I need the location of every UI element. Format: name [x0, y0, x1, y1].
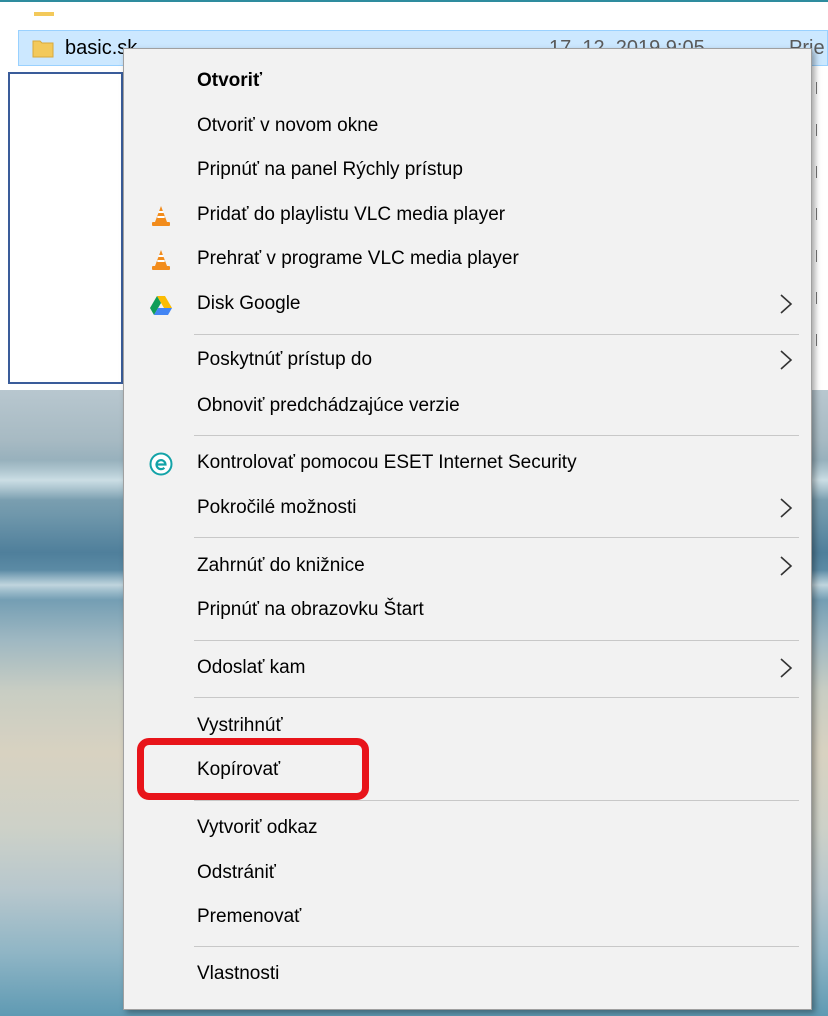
menu-item-restore-versions[interactable]: Obnoviť predchádzajúce verzie — [124, 385, 811, 429]
folder-icon-partial — [34, 12, 54, 16]
menu-item-vlc-play[interactable]: Prehrať v programe VLC media player — [124, 238, 811, 282]
chevron-right-icon — [780, 294, 793, 314]
menu-item-include-library[interactable]: Zahrnúť do knižnice — [124, 545, 811, 589]
vlc-icon — [152, 206, 170, 226]
chevron-right-icon — [780, 350, 793, 370]
menu-item-label: Premenovať — [197, 906, 302, 927]
menu-item-label: Prehrať v programe VLC media player — [197, 248, 519, 269]
menu-item-open[interactable]: Otvoriť — [124, 60, 811, 104]
menu-item-label: Obnoviť predchádzajúce verzie — [197, 395, 460, 416]
menu-item-label: Otvoriť v novom okne — [197, 115, 379, 136]
menu-separator — [194, 435, 799, 436]
chevron-right-icon — [780, 498, 793, 518]
menu-item-delete[interactable]: Odstrániť — [124, 852, 811, 896]
menu-separator — [194, 640, 799, 641]
google-drive-icon — [150, 296, 172, 315]
menu-item-label: Zahrnúť do knižnice — [197, 555, 365, 576]
selection-rectangle — [8, 72, 123, 384]
chevron-right-icon — [780, 658, 793, 678]
folder-icon — [32, 40, 54, 58]
menu-item-pin-start[interactable]: Pripnúť na obrazovku Štart — [124, 589, 811, 633]
menu-item-label: Otvoriť — [197, 70, 263, 91]
menu-item-label: Kontrolovať pomocou ESET Internet Securi… — [197, 452, 577, 473]
chevron-right-icon — [780, 556, 793, 576]
menu-item-rename[interactable]: Premenovať — [124, 896, 811, 940]
menu-item-label: Odoslať kam — [197, 657, 306, 678]
menu-separator — [194, 800, 799, 801]
menu-item-label: Vystrihnúť — [197, 715, 283, 736]
menu-item-advanced-options[interactable]: Pokročilé možnosti — [124, 487, 811, 531]
menu-separator — [194, 946, 799, 947]
menu-item-give-access[interactable]: Poskytnúť prístup do — [124, 339, 811, 383]
eset-icon — [149, 452, 173, 476]
menu-item-label: Vlastnosti — [197, 963, 280, 984]
menu-item-open-new-window[interactable]: Otvoriť v novom okne — [124, 105, 811, 149]
menu-item-eset-scan[interactable]: Kontrolovať pomocou ESET Internet Securi… — [124, 442, 811, 486]
menu-item-label: Vytvoriť odkaz — [197, 817, 318, 838]
menu-separator — [194, 537, 799, 538]
menu-item-vlc-add-playlist[interactable]: Pridať do playlistu VLC media player — [124, 194, 811, 238]
menu-separator — [194, 334, 799, 335]
menu-item-label: Disk Google — [197, 293, 301, 314]
menu-item-label: Pripnúť na panel Rýchly prístup — [197, 159, 463, 180]
menu-item-send-to[interactable]: Odoslať kam — [124, 647, 811, 691]
menu-item-label: Poskytnúť prístup do — [197, 349, 373, 370]
context-menu: Otvoriť Otvoriť v novom okne Pripnúť na … — [123, 48, 812, 1010]
menu-item-label: Pridať do playlistu VLC media player — [197, 204, 506, 225]
menu-item-label: Pokročilé možnosti — [197, 497, 357, 518]
menu-item-google-drive[interactable]: Disk Google — [124, 283, 811, 327]
menu-item-pin-quick-access[interactable]: Pripnúť na panel Rýchly prístup — [124, 149, 811, 193]
menu-item-label: Pripnúť na obrazovku Štart — [197, 599, 424, 620]
clipped-column-marks — [812, 72, 828, 382]
menu-separator — [194, 697, 799, 698]
vlc-icon — [152, 250, 170, 270]
menu-item-properties[interactable]: Vlastnosti — [124, 953, 811, 997]
menu-item-label: Odstrániť — [197, 862, 276, 883]
menu-item-create-shortcut[interactable]: Vytvoriť odkaz — [124, 807, 811, 851]
copy-highlight-annotation — [137, 738, 369, 800]
